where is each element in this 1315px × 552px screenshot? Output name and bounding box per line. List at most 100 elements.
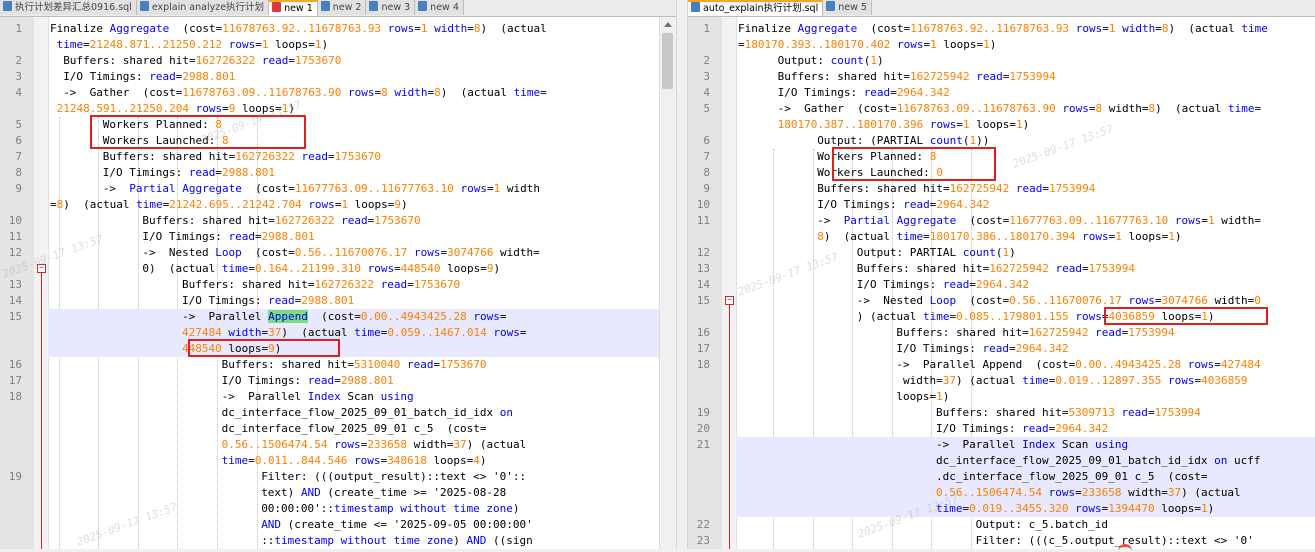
- code-text: Buffers: shared hit=162725942 read=17539…: [896, 325, 1174, 341]
- code-line[interactable]: -> Gather (cost=11678763.09..11678763.90…: [688, 101, 1315, 117]
- text-token: ): [512, 502, 520, 515]
- code-line[interactable]: -> Parallel Index Scan using: [688, 437, 1315, 453]
- code-line[interactable]: Buffers: shared hit=5310040 read=1753670: [0, 357, 676, 373]
- code-line[interactable]: I/O Timings: read=2988.801: [0, 165, 676, 181]
- code-line[interactable]: I/O Timings: read=2964.342: [688, 85, 1315, 101]
- tab-left-0[interactable]: 执行计划差异汇总0916.sql: [0, 0, 137, 15]
- code-line[interactable]: time=0.019..3455.320 rows=1394470 loops=…: [688, 501, 1315, 517]
- code-line[interactable]: Buffers: shared hit=162726322 read=17536…: [0, 149, 676, 165]
- code-line[interactable]: I/O Timings: read=2988.801: [0, 69, 676, 85]
- code-line[interactable]: Filter: (((output_result)::text <> '0'::: [0, 469, 676, 485]
- code-line[interactable]: 8) (actual time=180170.386..180170.394 r…: [688, 229, 1315, 245]
- code-text: Buffers: shared hit=162726322 read=17536…: [182, 277, 460, 293]
- code-line[interactable]: dc_interface_flow_2025_09_01_batch_id_id…: [0, 405, 676, 421]
- code-line[interactable]: Output: count(1): [688, 53, 1315, 69]
- right-editor-pane[interactable]: auto_explain执行计划.sql new 5 1 Finalize Aggr…: [688, 0, 1315, 549]
- code-line[interactable]: -> Parallel Append (cost=0.00..4943425.2…: [0, 309, 676, 325]
- keyword-token: time: [1227, 102, 1255, 115]
- scroll-thumb[interactable]: [662, 33, 673, 89]
- code-line[interactable]: 180170.387..180170.396 rows=1 loops=1): [688, 117, 1315, 133]
- code-text: Buffers: shared hit=162725942 read=17539…: [817, 181, 1095, 197]
- code-line[interactable]: Buffers: shared hit=162725942 read=17539…: [688, 69, 1315, 85]
- code-line[interactable]: Buffers: shared hit=162726322 read=17536…: [0, 53, 676, 69]
- number-token: 2988.801: [261, 230, 315, 243]
- code-line[interactable]: 00:00:00'::timestamp without time zone): [0, 501, 676, 517]
- number-token: 0.56..11670076.17: [1009, 294, 1122, 307]
- text-token: =: [1214, 358, 1221, 371]
- code-line[interactable]: Output: (PARTIAL count(1)): [688, 133, 1315, 149]
- code-line[interactable]: =180170.393..180170.402 rows=1 loops=1): [688, 37, 1315, 53]
- number-token: 0.011..844.546: [254, 454, 348, 467]
- text-token: width=: [493, 246, 540, 259]
- code-text: ::timestamp without time zone) AND ((sig…: [261, 533, 533, 549]
- code-line[interactable]: Output: PARTIAL count(1): [688, 245, 1315, 261]
- number-token: 0: [1254, 294, 1261, 307]
- code-text: -> Parallel Index Scan using: [222, 389, 414, 405]
- keyword-token: time: [1022, 374, 1049, 387]
- tab-left-5[interactable]: new 4: [415, 0, 464, 15]
- code-line[interactable]: I/O Timings: read=2988.801: [0, 293, 676, 309]
- code-line[interactable]: Buffers: shared hit=162726322 read=17536…: [0, 277, 676, 293]
- code-line[interactable]: width=37) (actual time=0.019..12897.355 …: [688, 373, 1315, 389]
- text-token: Buffers: shared hit=: [896, 326, 1029, 339]
- text-token: =: [327, 150, 335, 163]
- text-token: ) (actual: [466, 438, 527, 451]
- pane-splitter[interactable]: [676, 0, 688, 549]
- code-line[interactable]: Buffers: shared hit=5309713 read=1753994: [688, 405, 1315, 421]
- code-text: -> Gather (cost=11678763.09..11678763.90…: [778, 101, 1262, 117]
- left-vertical-scrollbar[interactable]: [659, 17, 676, 549]
- code-line[interactable]: Output: c_5.batch_id: [688, 517, 1315, 533]
- tab-left-2[interactable]: new 1: [269, 0, 318, 16]
- code-line[interactable]: 0.56..1506474.54 rows=233658 width=37) (…: [0, 437, 676, 453]
- code-line[interactable]: Finalize Aggregate (cost=11678763.92..11…: [0, 21, 676, 37]
- code-line[interactable]: time=21248.871..21250.212 rows=1 loops=1…: [0, 37, 676, 53]
- code-line[interactable]: =8) (actual time=21242.695..21242.704 ro…: [0, 197, 676, 213]
- code-line[interactable]: I/O Timings: read=2988.801: [0, 373, 676, 389]
- tab-right-0[interactable]: auto_explain执行计划.sql: [688, 0, 824, 16]
- code-line[interactable]: .dc_interface_flow_2025_09_01 c_5 (cost=: [688, 469, 1315, 485]
- tab-left-1[interactable]: explain analyze执行计划: [136, 0, 270, 15]
- code-text: I/O Timings: read=2988.801: [222, 373, 394, 389]
- number-token: 21242.695..21242.704: [169, 198, 302, 211]
- keyword-token: rows: [1082, 230, 1109, 243]
- code-line[interactable]: I/O Timings: read=2964.342: [688, 341, 1315, 357]
- number-token: 1: [930, 38, 937, 51]
- text-token: =: [254, 230, 262, 243]
- code-line[interactable]: Workers Launched: 0: [688, 165, 1315, 181]
- code-text: text) AND (create_time >= '2025-08-28: [261, 485, 506, 501]
- code-line[interactable]: time=0.011..844.546 rows=348618 loops=4): [0, 453, 676, 469]
- code-line[interactable]: Workers Planned: 8: [688, 149, 1315, 165]
- code-line[interactable]: Finalize Aggregate (cost=11678763.92..11…: [688, 21, 1315, 37]
- code-line[interactable]: -> Nested Loop (cost=0.56..11670076.17 r…: [0, 245, 676, 261]
- fold-toggle-icon[interactable]: −: [725, 296, 734, 305]
- code-line[interactable]: 0.56..1506474.54 rows=233658 width=37) (…: [688, 485, 1315, 501]
- code-line[interactable]: I/O Timings: read=2964.342: [688, 421, 1315, 437]
- tab-right-1[interactable]: new 5: [823, 0, 872, 15]
- code-line[interactable]: 0) (actual time=0.164..21199.310 rows=44…: [0, 261, 676, 277]
- code-line[interactable]: loops=1): [688, 389, 1315, 405]
- text-token: =: [738, 38, 745, 51]
- text-token: loops=: [426, 454, 474, 467]
- text-token: Buffers: shared hit=: [102, 150, 236, 163]
- code-line[interactable]: Buffers: shared hit=162725942 read=17539…: [688, 181, 1315, 197]
- left-editor[interactable]: 1 Finalize Aggregate (cost=11678763.92..1…: [0, 17, 676, 549]
- tab-left-3[interactable]: new 2: [317, 0, 367, 15]
- code-line[interactable]: text) AND (create_time >= '2025-08-28: [0, 485, 676, 501]
- code-line[interactable]: dc_interface_flow_2025_09_01 c_5 (cost=: [0, 421, 676, 437]
- code-line[interactable]: -> Gather (cost=11678763.09..11678763.90…: [0, 85, 676, 101]
- code-line[interactable]: I/O Timings: read=2964.342: [688, 197, 1315, 213]
- text-token: (cost=: [956, 214, 1010, 227]
- code-line[interactable]: dc_interface_flow_2025_09_01_batch_id_id…: [688, 453, 1315, 469]
- tab-left-4[interactable]: new 3: [366, 0, 416, 15]
- code-line[interactable]: -> Parallel Append (cost=0.00..4943425.2…: [688, 357, 1315, 373]
- scroll-up-arrow-icon[interactable]: [664, 22, 672, 27]
- code-line[interactable]: Buffers: shared hit=162726322 read=17536…: [0, 213, 676, 229]
- keyword-token: rows: [1187, 358, 1215, 371]
- code-line[interactable]: -> Partial Aggregate (cost=11677763.09..…: [0, 181, 676, 197]
- code-line[interactable]: Filter: (((c_5.output_result)::text <> '…: [688, 533, 1315, 549]
- left-editor-pane[interactable]: 执行计划差异汇总0916.sql explain analyze执行计划 new 1…: [0, 0, 676, 549]
- code-line[interactable]: -> Parallel Index Scan using: [0, 389, 676, 405]
- code-line[interactable]: Buffers: shared hit=162725942 read=17539…: [688, 325, 1315, 341]
- code-line[interactable]: -> Partial Aggregate (cost=11677763.09..…: [688, 213, 1315, 229]
